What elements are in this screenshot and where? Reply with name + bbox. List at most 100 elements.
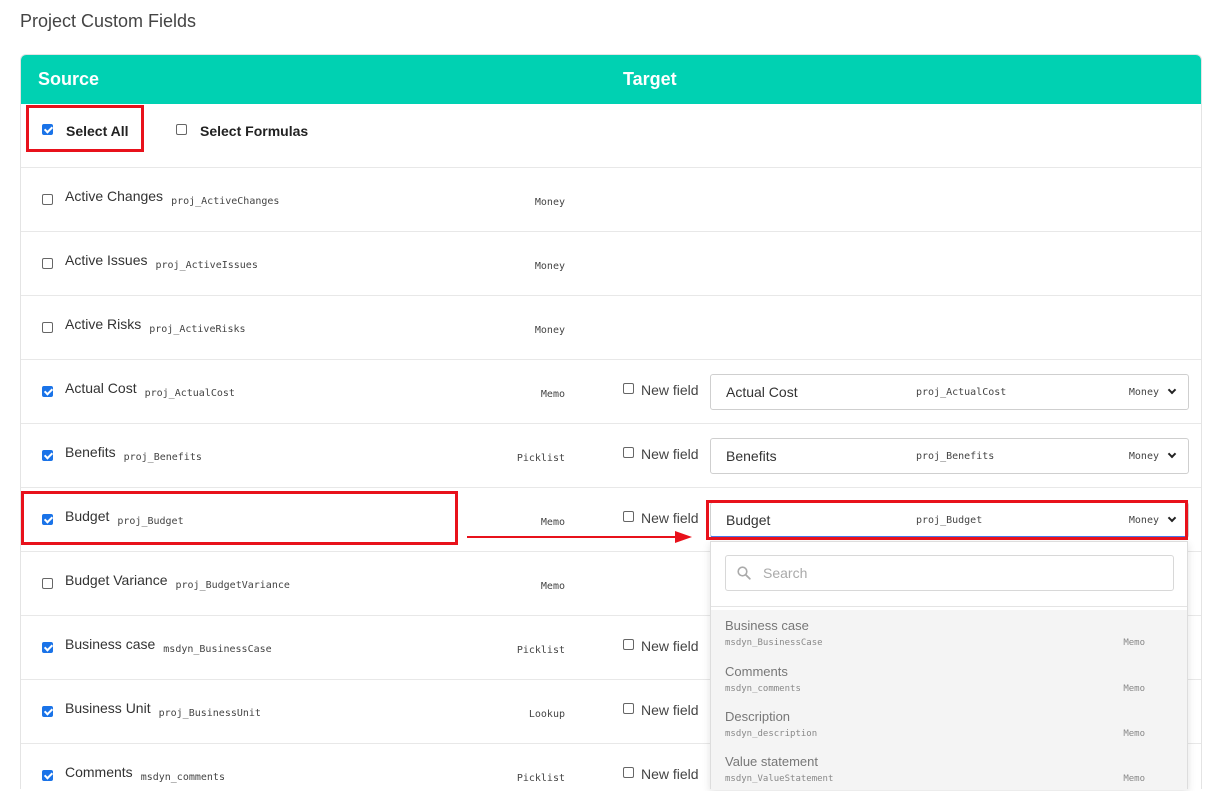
field-label: Active Risks proj_ActiveRisks (65, 316, 246, 335)
new-field-label: New field (641, 766, 699, 782)
dropdown-option[interactable]: Value statement msdyn_ValueStatement Mem… (711, 746, 1187, 791)
arrow-right-icon (675, 531, 692, 543)
new-field-option[interactable]: New field (623, 446, 699, 462)
field-code: proj_ActiveIssues (155, 260, 258, 271)
search-icon (737, 566, 751, 585)
new-field-label: New field (641, 510, 699, 526)
new-field-option[interactable]: New field (623, 766, 699, 782)
field-type: Memo (540, 517, 565, 528)
field-row: Active Risks proj_ActiveRisks Money (21, 296, 1201, 360)
field-name: Budget Variance (65, 572, 168, 588)
new-field-checkbox[interactable] (623, 703, 634, 714)
target-field-select[interactable]: Benefits proj_Benefits Money (710, 438, 1189, 474)
field-type: Money (534, 197, 565, 208)
chevron-down-icon[interactable] (1167, 449, 1177, 459)
panel-header: Source Target (21, 55, 1201, 104)
select-all-highlight (26, 105, 144, 152)
field-type: Picklist (516, 773, 565, 784)
option-type: Memo (1123, 774, 1145, 784)
target-name: Actual Cost (726, 384, 798, 400)
select-formulas-checkbox[interactable] (176, 124, 187, 135)
target-dropdown-menu: Business case msdyn_BusinessCase Memo Co… (710, 541, 1188, 790)
field-type: Lookup (528, 709, 565, 720)
new-field-label: New field (641, 638, 699, 654)
new-field-checkbox[interactable] (623, 639, 634, 650)
field-label: Budget Variance proj_BudgetVariance (65, 572, 290, 591)
budget-target-highlight (706, 500, 1188, 540)
option-type: Memo (1123, 638, 1145, 648)
field-checkbox[interactable] (42, 450, 53, 461)
option-code: msdyn_ValueStatement (725, 774, 834, 784)
field-row: Active Changes proj_ActiveChanges Money (21, 168, 1201, 232)
target-code: proj_Benefits (916, 451, 995, 462)
select-formulas-label[interactable]: Select Formulas (200, 123, 308, 139)
target-type: Money (1128, 387, 1159, 398)
field-name: Active Risks (65, 316, 142, 332)
option-code: msdyn_comments (725, 684, 801, 694)
field-type: Money (534, 325, 565, 336)
option-code: msdyn_BusinessCase (725, 638, 823, 648)
field-label: Business Unit proj_BusinessUnit (65, 700, 261, 719)
dropdown-option[interactable]: Comments msdyn_comments Memo (711, 656, 1187, 701)
field-type: Picklist (516, 645, 565, 656)
field-checkbox[interactable] (42, 642, 53, 653)
new-field-option[interactable]: New field (623, 382, 699, 398)
field-name: Benefits (65, 444, 116, 460)
field-row: Active Issues proj_ActiveIssues Money (21, 232, 1201, 296)
new-field-checkbox[interactable] (623, 447, 634, 458)
new-field-option[interactable]: New field (623, 510, 699, 526)
field-type: Picklist (516, 453, 565, 464)
field-code: proj_ActiveRisks (149, 324, 246, 335)
field-code: proj_BusinessUnit (158, 708, 261, 719)
new-field-option[interactable]: New field (623, 702, 699, 718)
dropdown-options: Business case msdyn_BusinessCase Memo Co… (711, 610, 1187, 790)
field-type: Memo (540, 581, 565, 592)
dropdown-search-input[interactable] (761, 562, 1161, 584)
field-label: Benefits proj_Benefits (65, 444, 202, 463)
field-checkbox[interactable] (42, 258, 53, 269)
option-type: Memo (1123, 684, 1145, 694)
target-field-select[interactable]: Actual Cost proj_ActualCost Money (710, 374, 1189, 410)
field-name: Business case (65, 636, 156, 652)
field-row: Actual Cost proj_ActualCost Memo New fiel… (21, 360, 1201, 424)
field-type: Memo (540, 389, 565, 400)
new-field-option[interactable]: New field (623, 638, 699, 654)
field-code: msdyn_comments (140, 772, 225, 783)
field-label: Comments msdyn_comments (65, 764, 225, 783)
field-checkbox[interactable] (42, 194, 53, 205)
field-code: proj_ActualCost (144, 388, 235, 399)
field-label: Active Issues proj_ActiveIssues (65, 252, 258, 271)
new-field-checkbox[interactable] (623, 511, 634, 522)
field-checkbox[interactable] (42, 322, 53, 333)
field-label: Active Changes proj_ActiveChanges (65, 188, 280, 207)
field-checkbox[interactable] (42, 578, 53, 589)
budget-source-highlight (21, 491, 458, 545)
dropdown-option[interactable]: Business case msdyn_BusinessCase Memo (711, 610, 1187, 655)
new-field-label: New field (641, 702, 699, 718)
dropdown-option[interactable]: Description msdyn_description Memo (711, 701, 1187, 746)
field-checkbox[interactable] (42, 706, 53, 717)
field-label: Business case msdyn_BusinessCase (65, 636, 272, 655)
field-checkbox[interactable] (42, 770, 53, 781)
option-type: Memo (1123, 729, 1145, 739)
field-checkbox[interactable] (42, 386, 53, 397)
new-field-checkbox[interactable] (623, 767, 634, 778)
new-field-label: New field (641, 446, 699, 462)
option-name: Comments (725, 664, 788, 679)
field-name: Comments (65, 764, 133, 780)
target-heading: Target (623, 69, 677, 89)
option-code: msdyn_description (725, 729, 818, 739)
target-code: proj_ActualCost (916, 387, 1007, 398)
select-all-row: Select All Select Formulas (21, 104, 1201, 168)
mapping-arrow-line (467, 536, 677, 538)
field-code: proj_ActiveChanges (171, 196, 280, 207)
field-name: Business Unit (65, 700, 151, 716)
chevron-down-icon[interactable] (1167, 385, 1177, 395)
field-type: Money (534, 261, 565, 272)
page-title: Project Custom Fields (20, 11, 197, 31)
target-type: Money (1128, 451, 1159, 462)
new-field-checkbox[interactable] (623, 383, 634, 394)
target-name: Benefits (726, 448, 777, 464)
field-code: msdyn_BusinessCase (163, 644, 272, 655)
source-heading: Source (38, 69, 100, 89)
